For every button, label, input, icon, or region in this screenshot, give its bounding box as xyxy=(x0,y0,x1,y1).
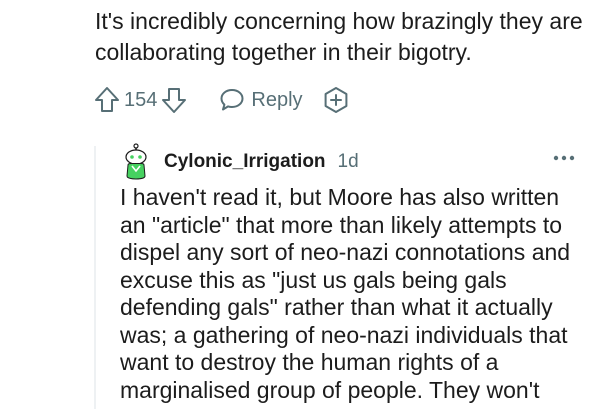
comment-thread: It's incredibly concerning how brazingly… xyxy=(0,0,600,409)
arrow-down-icon xyxy=(162,88,187,113)
thread-line[interactable] xyxy=(94,146,96,409)
reply-button[interactable]: Reply xyxy=(219,87,303,113)
upvote-button[interactable] xyxy=(92,83,122,117)
reply-comment-body: I haven't read it, but Moore has also wr… xyxy=(120,184,585,404)
timestamp: 1d xyxy=(337,151,359,172)
parent-comment-body: It's incredibly concerning how brazingly… xyxy=(95,6,585,68)
comment-action-bar: 154 Reply xyxy=(92,82,351,118)
downvote-button[interactable] xyxy=(159,83,189,117)
reply-label: Reply xyxy=(251,88,303,111)
reply-comment-header: Cylonic_Irrigation 1d xyxy=(120,142,590,182)
vote-score: 154 xyxy=(124,88,158,111)
parent-comment-text: It's incredibly concerning how brazingly… xyxy=(95,8,583,65)
more-options-button[interactable] xyxy=(550,148,578,168)
ellipsis-icon xyxy=(553,155,575,161)
username[interactable]: Cylonic_Irrigation xyxy=(164,151,326,173)
plus-award-icon xyxy=(324,87,347,113)
arrow-up-icon xyxy=(95,87,119,112)
award-button[interactable] xyxy=(321,83,351,117)
avatar[interactable] xyxy=(120,143,152,181)
snoo-avatar-icon xyxy=(125,143,147,180)
reply-comment-text: I haven't read it, but Moore has also wr… xyxy=(120,184,571,403)
speech-bubble-icon xyxy=(220,89,244,111)
reply-comment: Cylonic_Irrigation 1d I haven't read it,… xyxy=(120,142,590,404)
